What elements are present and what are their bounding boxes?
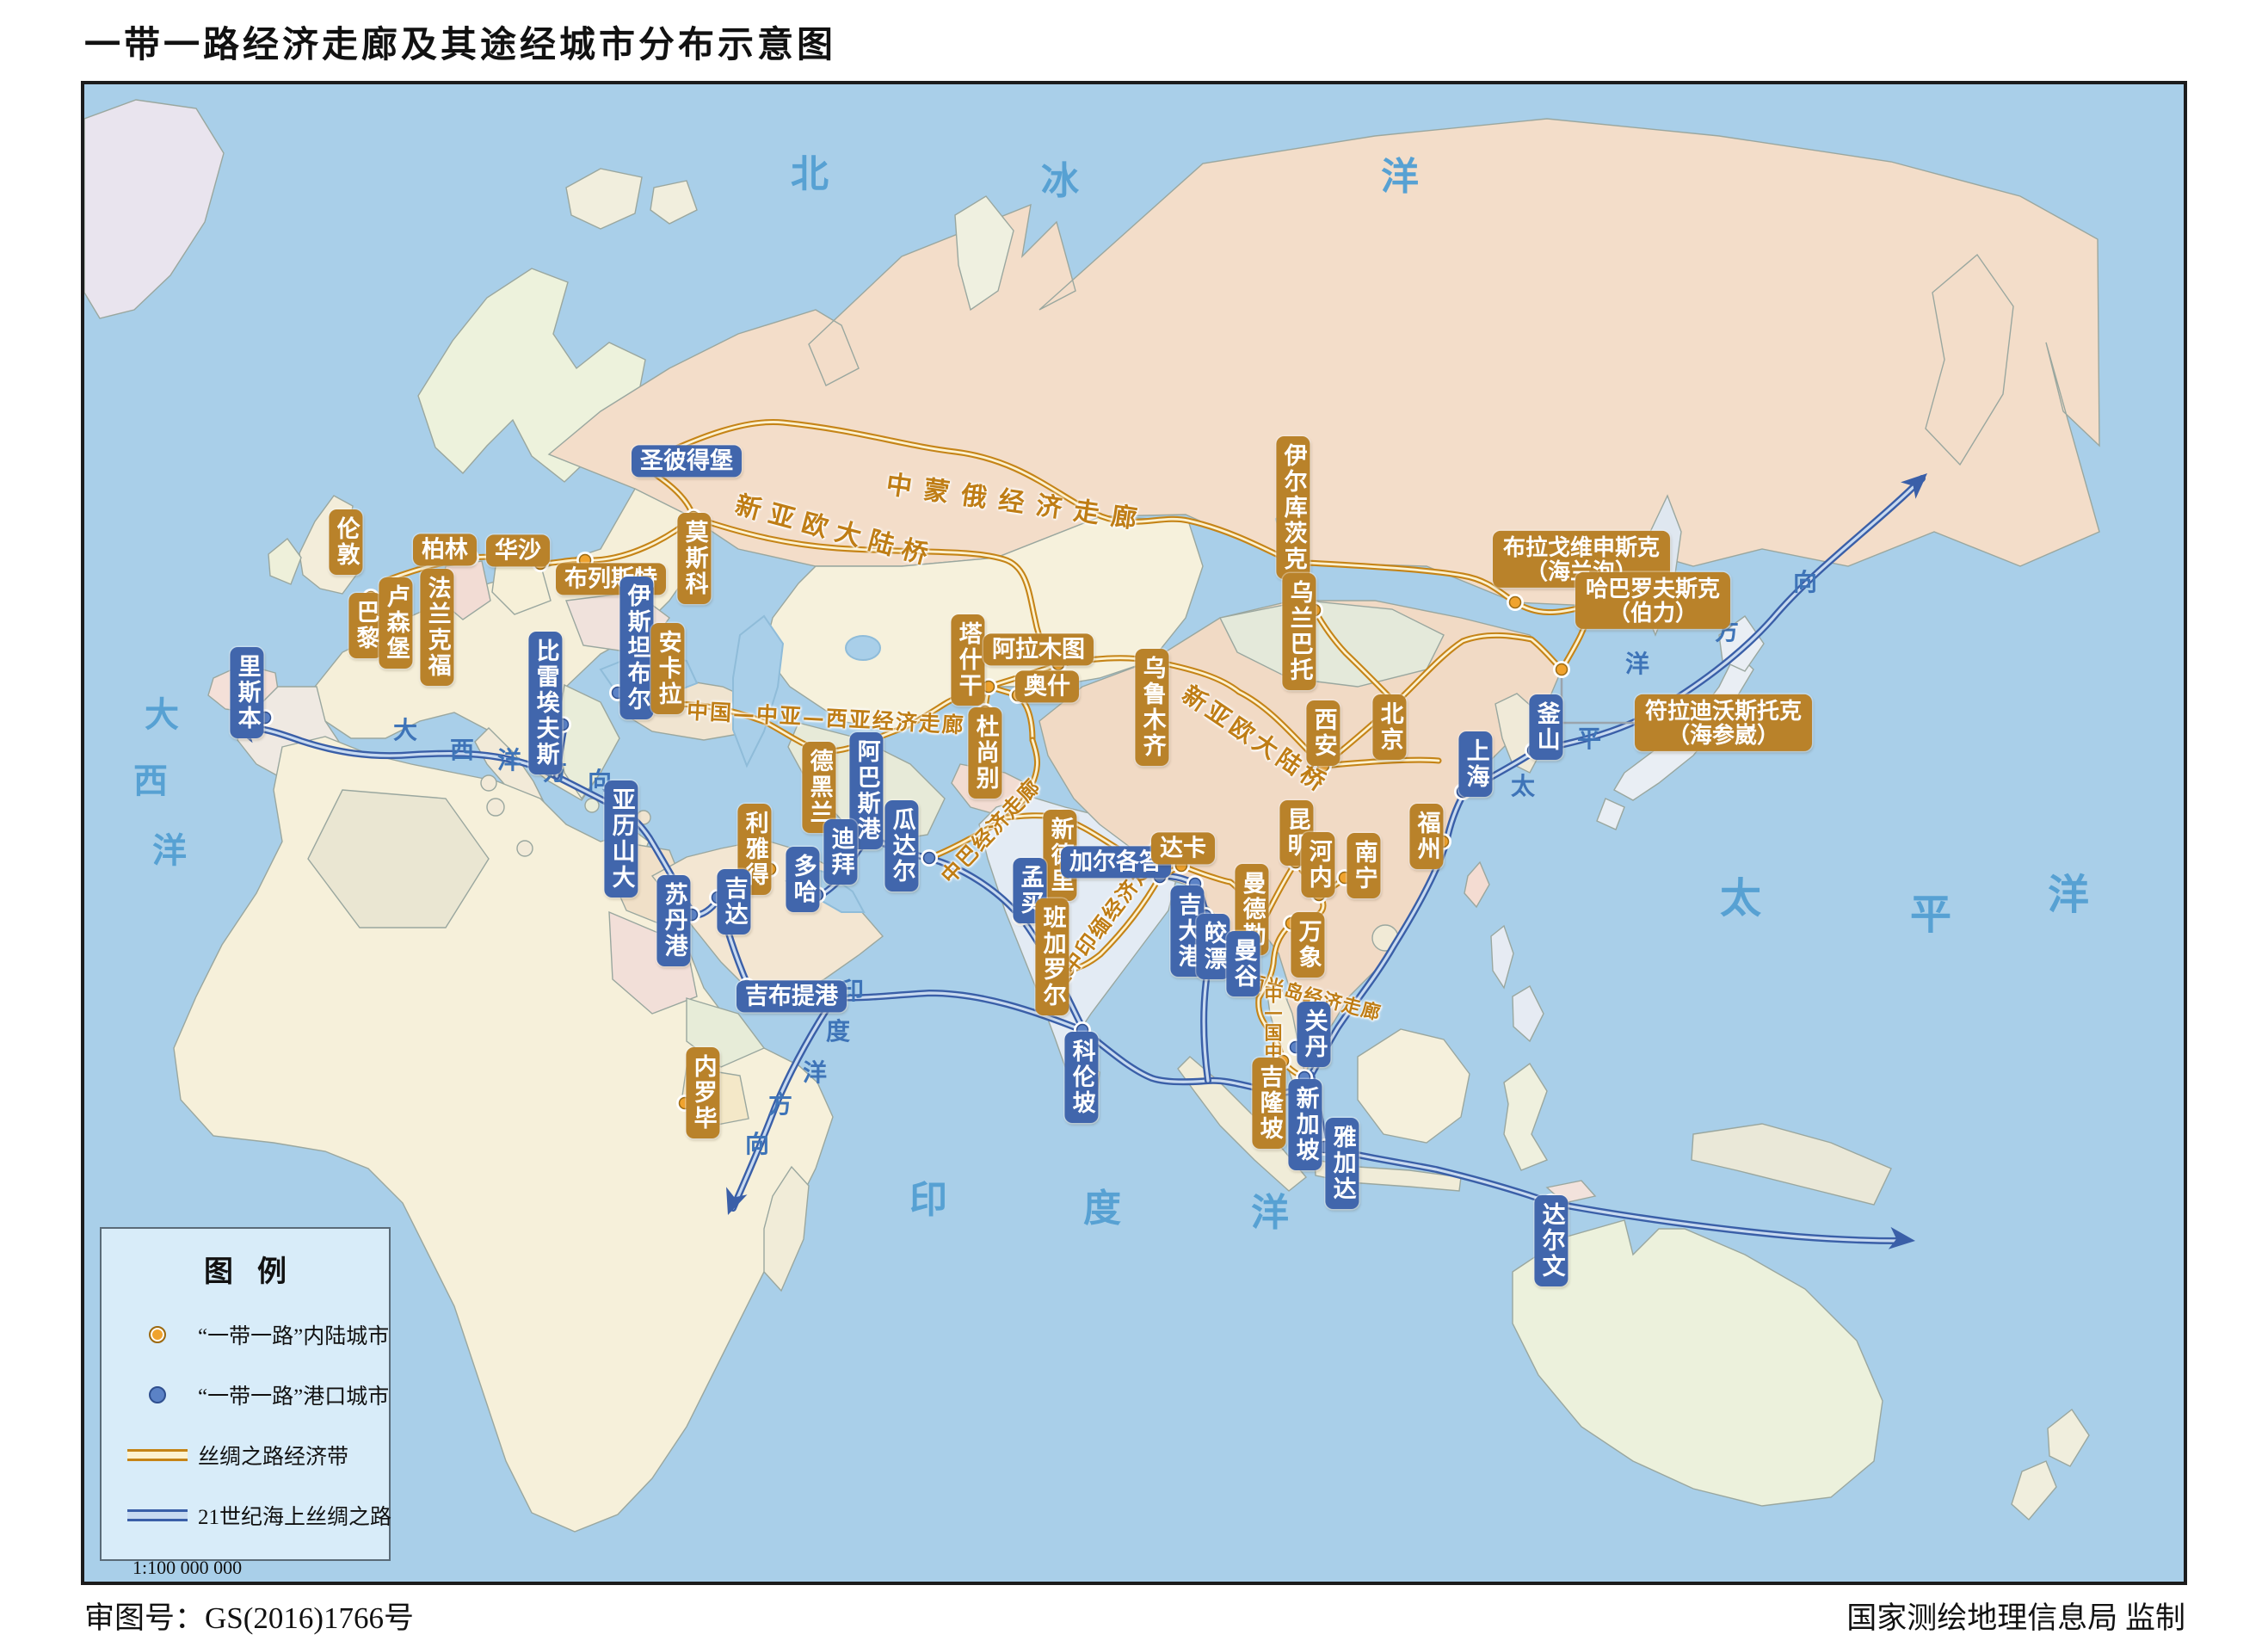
direction-char: 度 — [826, 1013, 850, 1047]
city-label: 釜山 — [1529, 694, 1562, 760]
city-label: 乌兰巴托 — [1282, 573, 1316, 690]
ocean-name-char: 平 — [1910, 880, 1951, 941]
city-label: 里斯本 — [230, 647, 263, 738]
city-label: 苏丹港 — [656, 875, 690, 966]
direction-char: 西 — [450, 731, 474, 766]
city-label: 卢森堡 — [379, 577, 412, 669]
city-label: 雅加达 — [1325, 1118, 1359, 1209]
city-label: 杜尚别 — [968, 707, 1001, 799]
city-label: 华沙 — [486, 534, 550, 566]
inland-city-swatch — [149, 1326, 166, 1343]
legend-item-label: “一带一路”内陆城市 — [198, 1319, 389, 1350]
city-label: 科伦坡 — [1064, 1032, 1098, 1123]
legend: 图例 “一带一路”内陆城市 “一带一路”港口城市丝绸之路经济带 21世纪海上丝绸之路… — [100, 1227, 391, 1561]
city-label: 北京 — [1372, 694, 1406, 760]
direction-char: 方 — [768, 1086, 792, 1120]
direction-char: 太 — [1511, 768, 1535, 802]
city-label: 达尔文 — [1534, 1195, 1568, 1286]
city-label: 哈巴罗夫斯克（伯力） — [1575, 572, 1730, 629]
city-label: 内罗毕 — [686, 1047, 719, 1138]
city-label: 班加罗尔 — [1035, 898, 1069, 1015]
city-label: 皎漂 — [1196, 914, 1230, 979]
city-label: 阿拉木图 — [983, 633, 1094, 665]
port-city-swatch — [149, 1386, 166, 1403]
city-label: 乌鲁木齐 — [1135, 649, 1168, 766]
publisher: 国家测绘地理信息局 监制 — [1846, 1594, 2185, 1638]
city-label: 瓜达尔 — [884, 800, 918, 891]
corridor-label: 中一国中 — [1260, 985, 1285, 1061]
city-dot — [1507, 594, 1524, 611]
city-label: 河内 — [1301, 832, 1334, 898]
legend-title: 图例 — [102, 1248, 389, 1290]
legend-items: “一带一路”内陆城市 “一带一路”港口城市丝绸之路经济带 21世纪海上丝绸之路 — [102, 1319, 389, 1531]
city-label: 福州 — [1409, 804, 1443, 869]
page: 一带一路经济走廊及其途经城市分布示意图 — [0, 0, 2268, 1647]
direction-char: 大 — [393, 712, 417, 746]
city-label: 柏林 — [413, 534, 477, 565]
city-label: 迪拜 — [823, 819, 857, 885]
ocean-name-char: 度 — [1083, 1177, 1121, 1232]
scale-bar: 1:100 000 000 010002000（km） — [133, 1557, 389, 1585]
direction-char: 洋 — [497, 742, 521, 776]
city-label: 吉隆坡 — [1252, 1058, 1285, 1149]
city-label: 西安 — [1306, 700, 1340, 766]
ocean-name-char: 印 — [909, 1169, 947, 1224]
city-label: 符拉迪沃斯托克（海参崴） — [1635, 694, 1812, 751]
legend-item: “一带一路”内陆城市 — [124, 1319, 389, 1350]
ocean-name-char: 太 — [1720, 864, 1761, 924]
ocean-name-char: 洋 — [1251, 1181, 1289, 1237]
ocean-name-char: 洋 — [2048, 861, 2089, 921]
city-dot — [1553, 661, 1570, 678]
map-canvas — [84, 84, 2184, 1582]
city-label: 莫斯科 — [677, 513, 711, 604]
ocean-name-char: 洋 — [1381, 145, 1419, 200]
direction-char: 平 — [1577, 720, 1601, 755]
city-label: 多哈 — [786, 847, 819, 912]
ocean-name-char: 西 — [133, 753, 168, 803]
ocean-name-char: 北 — [791, 143, 829, 198]
city-label: 法兰克福 — [420, 569, 453, 686]
city-label: 万象 — [1291, 912, 1324, 978]
legend-item: 丝绸之路经济带 — [124, 1440, 389, 1471]
city-label: 吉达 — [717, 869, 750, 935]
city-label: 上海 — [1458, 731, 1492, 797]
city-label: 安卡拉 — [650, 623, 684, 714]
city-label: 奥什 — [1015, 670, 1079, 702]
map-title: 一带一路经济走廊及其途经城市分布示意图 — [84, 15, 836, 68]
city-label: 巴黎 — [348, 593, 382, 658]
approval-number: 审图号：GS(2016)1766号 — [84, 1594, 414, 1638]
legend-item: 21世纪海上丝绸之路 — [124, 1500, 389, 1531]
city-label: 圣彼得堡 — [632, 445, 742, 477]
direction-char: 向 — [745, 1126, 769, 1160]
legend-item-label: 丝绸之路经济带 — [198, 1440, 348, 1471]
city-label: 塔什干 — [951, 614, 984, 706]
city-label: 新加坡 — [1288, 1079, 1322, 1170]
city-label: 达卡 — [1151, 832, 1215, 864]
direction-char: 洋 — [1625, 645, 1649, 680]
city-label: 关丹 — [1297, 1002, 1330, 1067]
city-label: 伊尔库茨克 — [1276, 436, 1310, 579]
scale-ratio: 1:100 000 000 — [133, 1557, 389, 1579]
city-label: 曼谷 — [1226, 931, 1260, 996]
city-label: 吉布提港 — [736, 980, 847, 1012]
silk-road-swatch — [127, 1449, 188, 1461]
legend-item: “一带一路”港口城市 — [124, 1379, 389, 1410]
ocean-name-char: 洋 — [152, 823, 187, 873]
map-frame: 北冰洋大西洋太平洋印度洋 太平洋方向大西洋方向印度洋方向 中蒙俄经济走廊新亚欧大… — [81, 81, 2187, 1585]
maritime-road-swatch — [127, 1509, 188, 1521]
legend-item-label: “一带一路”港口城市 — [198, 1379, 389, 1410]
city-label: 比雷埃夫斯 — [528, 632, 562, 774]
city-label: 亚历山大 — [604, 780, 638, 898]
city-label: 伦敦 — [329, 509, 362, 575]
ocean-name-char: 冰 — [1041, 150, 1079, 205]
ocean-name-char: 大 — [145, 687, 179, 737]
city-label: 伊斯坦布尔 — [619, 577, 653, 719]
direction-char: 向 — [1793, 564, 1817, 598]
direction-char: 洋 — [803, 1054, 827, 1089]
city-label: 南宁 — [1347, 833, 1380, 898]
legend-item-label: 21世纪海上丝绸之路 — [198, 1500, 391, 1531]
